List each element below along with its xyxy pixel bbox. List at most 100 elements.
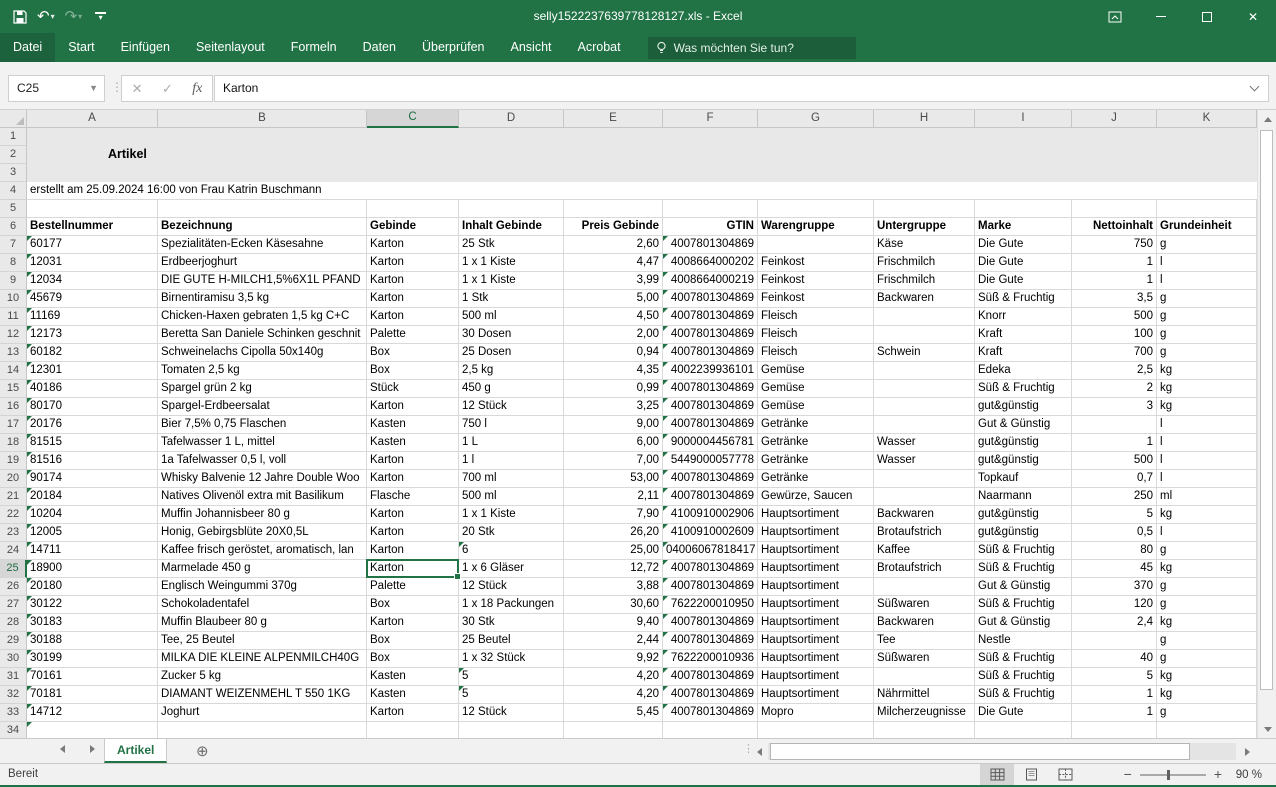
cell-B31[interactable]: Zucker 5 kg <box>158 668 367 686</box>
tab-formeln[interactable]: Formeln <box>278 33 350 62</box>
cell-H30[interactable]: Süßwaren <box>874 650 975 668</box>
undo-button[interactable]: ↶▾ <box>34 7 58 26</box>
cell-A31[interactable]: 70161 <box>27 668 158 686</box>
cell-A25[interactable]: 18900 <box>27 560 158 578</box>
cell-I10[interactable]: Süß & Fruchtig <box>975 290 1072 308</box>
cell-C24[interactable]: Karton <box>367 542 459 560</box>
cell-G26[interactable]: Hauptsortiment <box>758 578 874 596</box>
row-header-25[interactable]: 25 <box>0 560 27 578</box>
cell-I25[interactable]: Süß & Fruchtig <box>975 560 1072 578</box>
column-header-G[interactable]: G <box>758 110 874 128</box>
cell-G29[interactable]: Hauptsortiment <box>758 632 874 650</box>
cell-A28[interactable]: 30183 <box>27 614 158 632</box>
cell-E21[interactable]: 2,11 <box>564 488 663 506</box>
cell-E31[interactable]: 4,20 <box>564 668 663 686</box>
cell-C16[interactable]: Karton <box>367 398 459 416</box>
column-header-F[interactable]: F <box>663 110 758 128</box>
cell-A15[interactable]: 40186 <box>27 380 158 398</box>
cell-I19[interactable]: gut&günstig <box>975 452 1072 470</box>
normal-view-button[interactable] <box>980 764 1014 785</box>
cell-D12[interactable]: 30 Dosen <box>459 326 564 344</box>
cell-K34[interactable] <box>1157 722 1257 738</box>
vertical-scrollbar[interactable] <box>1257 110 1276 738</box>
tab-ueberpruefen[interactable]: Überprüfen <box>409 33 498 62</box>
cell-A5[interactable] <box>27 200 158 218</box>
column-header-H[interactable]: H <box>874 110 975 128</box>
cell-G8[interactable]: Feinkost <box>758 254 874 272</box>
cell-C12[interactable]: Palette <box>367 326 459 344</box>
cell-F11[interactable]: 4007801304869 <box>663 308 758 326</box>
cell-C33[interactable]: Karton <box>367 704 459 722</box>
cell-E8[interactable]: 4,47 <box>564 254 663 272</box>
cell-C26[interactable]: Palette <box>367 578 459 596</box>
header-band-row-2[interactable]: Artikel <box>27 146 1257 164</box>
new-sheet-button[interactable]: ⊕ <box>196 740 209 763</box>
cell-E22[interactable]: 7,90 <box>564 506 663 524</box>
cell-D25[interactable]: 1 x 6 Gläser <box>459 560 564 578</box>
cell-B26[interactable]: Englisch Weingummi 370g <box>158 578 367 596</box>
cell-J24[interactable]: 80 <box>1072 542 1157 560</box>
cell-D14[interactable]: 2,5 kg <box>459 362 564 380</box>
row-header-9[interactable]: 9 <box>0 272 27 290</box>
cell-G16[interactable]: Gemüse <box>758 398 874 416</box>
cell-E27[interactable]: 30,60 <box>564 596 663 614</box>
cell-K28[interactable]: kg <box>1157 614 1257 632</box>
row-header-20[interactable]: 20 <box>0 470 27 488</box>
cell-K11[interactable]: g <box>1157 308 1257 326</box>
cell-E12[interactable]: 2,00 <box>564 326 663 344</box>
cell-E34[interactable] <box>564 722 663 738</box>
cell-I18[interactable]: gut&günstig <box>975 434 1072 452</box>
cell-J19[interactable]: 500 <box>1072 452 1157 470</box>
row-header-1[interactable]: 1 <box>0 128 27 146</box>
cell-D33[interactable]: 12 Stück <box>459 704 564 722</box>
cell-E20[interactable]: 53,00 <box>564 470 663 488</box>
undo-dropdown-icon[interactable]: ▾ <box>51 13 55 21</box>
cell-F29[interactable]: 4007801304869 <box>663 632 758 650</box>
cell-G12[interactable]: Fleisch <box>758 326 874 344</box>
cell-E32[interactable]: 4,20 <box>564 686 663 704</box>
cell-F33[interactable]: 4007801304869 <box>663 704 758 722</box>
cell-I22[interactable]: gut&günstig <box>975 506 1072 524</box>
row-header-32[interactable]: 32 <box>0 686 27 704</box>
cell-K29[interactable]: g <box>1157 632 1257 650</box>
scroll-down-button[interactable] <box>1258 720 1276 738</box>
cell-K32[interactable]: kg <box>1157 686 1257 704</box>
cell-K33[interactable]: g <box>1157 704 1257 722</box>
cell-G23[interactable]: Hauptsortiment <box>758 524 874 542</box>
cell-F17[interactable]: 4007801304869 <box>663 416 758 434</box>
cell-A13[interactable]: 60182 <box>27 344 158 362</box>
cell-H7[interactable]: Käse <box>874 236 975 254</box>
row-header-26[interactable]: 26 <box>0 578 27 596</box>
cell-D27[interactable]: 1 x 18 Packungen <box>459 596 564 614</box>
cell-C30[interactable]: Box <box>367 650 459 668</box>
cell-C28[interactable]: Karton <box>367 614 459 632</box>
cell-I16[interactable]: gut&günstig <box>975 398 1072 416</box>
cell-B11[interactable]: Chicken-Haxen gebraten 1,5 kg C+C <box>158 308 367 326</box>
cell-J22[interactable]: 5 <box>1072 506 1157 524</box>
cell-A26[interactable]: 20180 <box>27 578 158 596</box>
cell-G19[interactable]: Getränke <box>758 452 874 470</box>
cell-E10[interactable]: 5,00 <box>564 290 663 308</box>
cell-F8[interactable]: 4008664000202 <box>663 254 758 272</box>
header-band-row-1[interactable] <box>27 128 1257 146</box>
cell-D24[interactable]: 6 <box>459 542 564 560</box>
cell-B13[interactable]: Schweinelachs Cipolla 50x140g <box>158 344 367 362</box>
cell-H25[interactable]: Brotaufstrich <box>874 560 975 578</box>
cell-G28[interactable]: Hauptsortiment <box>758 614 874 632</box>
cell-I17[interactable]: Gut & Günstig <box>975 416 1072 434</box>
cell-F15[interactable]: 4007801304869 <box>663 380 758 398</box>
cell-K10[interactable]: g <box>1157 290 1257 308</box>
tab-ansicht[interactable]: Ansicht <box>498 33 565 62</box>
header-band-row-3[interactable] <box>27 164 1257 182</box>
cell-A9[interactable]: 12034 <box>27 272 158 290</box>
cell-J26[interactable]: 370 <box>1072 578 1157 596</box>
cell-D22[interactable]: 1 x 1 Kiste <box>459 506 564 524</box>
cell-I33[interactable]: Die Gute <box>975 704 1072 722</box>
cell-G25[interactable]: Hauptsortiment <box>758 560 874 578</box>
cell-C23[interactable]: Karton <box>367 524 459 542</box>
cell-H17[interactable] <box>874 416 975 434</box>
cell-B18[interactable]: Tafelwasser 1 L, mittel <box>158 434 367 452</box>
cell-E23[interactable]: 26,20 <box>564 524 663 542</box>
cell-J12[interactable]: 100 <box>1072 326 1157 344</box>
cell-J6[interactable]: Nettoinhalt <box>1072 218 1157 236</box>
